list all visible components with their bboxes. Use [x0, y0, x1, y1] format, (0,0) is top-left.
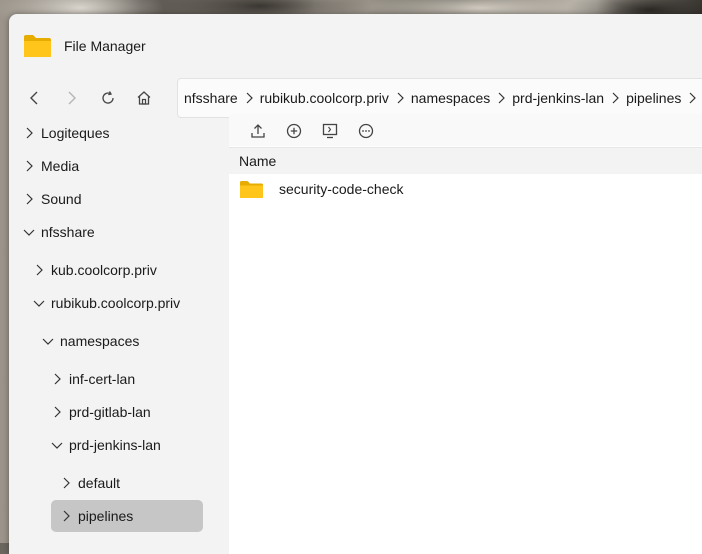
chevron-right-icon[interactable]	[608, 91, 622, 105]
terminal-button[interactable]	[321, 122, 339, 140]
chevron-right-icon[interactable]	[242, 91, 256, 105]
folder-icon	[239, 180, 264, 199]
sidebar-item-label: Media	[41, 158, 80, 174]
sidebar-item-label: rubikub.coolcorp.priv	[51, 295, 181, 311]
sidebar-item-label: nfsshare	[41, 224, 95, 240]
sidebar-item-media[interactable]: Media	[23, 150, 79, 182]
chevron-left-icon	[30, 91, 38, 105]
breadcrumb: nfsshare rubikub.coolcorp.priv namespace…	[177, 78, 702, 118]
chevron-right-icon[interactable]	[685, 91, 699, 105]
refresh-icon	[102, 91, 114, 104]
file-name: security-code-check	[279, 181, 404, 197]
chevron-right-icon[interactable]	[393, 91, 407, 105]
file-toolbar	[229, 114, 702, 146]
sidebar-item-kub-coolcorp-priv[interactable]: kub.coolcorp.priv	[33, 254, 157, 286]
file-manager-window: File Manager nfsshare rubikub.coolcorp.p…	[9, 14, 702, 554]
breadcrumb-item[interactable]: rubikub.coolcorp.priv	[260, 90, 389, 106]
upload-button[interactable]	[249, 122, 267, 140]
folder-app-icon	[23, 34, 52, 58]
sidebar-item-label: Sound	[41, 191, 82, 207]
chevron-right-icon[interactable]	[60, 510, 72, 522]
column-header-name[interactable]: Name	[239, 153, 276, 169]
more-options-icon	[358, 123, 374, 139]
sidebar-item-label: inf-cert-lan	[69, 371, 136, 387]
sidebar-item-nfsshare[interactable]: nfsshare	[23, 216, 95, 248]
chevron-right-icon[interactable]	[51, 373, 63, 385]
sidebar-item-default[interactable]: default	[60, 467, 120, 499]
window-title: File Manager	[64, 38, 146, 54]
sidebar-item-sound[interactable]: Sound	[23, 183, 81, 215]
forward-button[interactable]	[59, 86, 83, 110]
terminal-icon	[322, 123, 338, 139]
breadcrumb-item[interactable]: prd-jenkins-lan	[512, 90, 604, 106]
chevron-right-icon[interactable]	[494, 91, 508, 105]
file-list-pane: Name security-code-check	[229, 114, 702, 554]
title-bar: File Manager	[9, 14, 702, 74]
chevron-down-icon[interactable]	[33, 297, 45, 309]
folder-tree-sidebar: Logiteques Media Sound nfsshare kub.cool…	[9, 114, 229, 554]
sidebar-item-logiteques[interactable]: Logiteques	[23, 117, 110, 149]
chevron-down-icon[interactable]	[51, 439, 63, 451]
chevron-down-icon[interactable]	[42, 335, 54, 347]
sidebar-item-label: namespaces	[60, 333, 140, 349]
breadcrumb-item[interactable]: namespaces	[411, 90, 490, 106]
home-icon	[137, 91, 151, 105]
chevron-right-icon[interactable]	[23, 193, 35, 205]
chevron-right-icon[interactable]	[51, 406, 63, 418]
sidebar-item-namespaces[interactable]: namespaces	[42, 325, 139, 357]
upload-icon	[251, 124, 265, 138]
back-button[interactable]	[23, 86, 47, 110]
breadcrumb-item[interactable]: pipelines	[626, 90, 681, 106]
sidebar-item-label: default	[78, 475, 121, 491]
new-folder-icon	[286, 123, 302, 139]
file-row[interactable]: security-code-check	[229, 174, 702, 204]
chevron-right-icon[interactable]	[23, 160, 35, 172]
sidebar-item-label: pipelines	[78, 508, 134, 524]
sidebar-item-label: kub.coolcorp.priv	[51, 262, 157, 278]
sidebar-item-pipelines[interactable]: pipelines	[51, 500, 203, 532]
refresh-button[interactable]	[96, 86, 120, 110]
chevron-right-icon[interactable]	[23, 127, 35, 139]
more-options-button[interactable]	[357, 122, 375, 140]
breadcrumb-item[interactable]: nfsshare	[184, 90, 238, 106]
sidebar-item-label: prd-jenkins-lan	[69, 437, 161, 453]
sidebar-item-prd-gitlab-lan[interactable]: prd-gitlab-lan	[51, 396, 151, 428]
sidebar-item-inf-cert-lan[interactable]: inf-cert-lan	[51, 363, 135, 395]
chevron-right-icon[interactable]	[33, 264, 45, 276]
home-button[interactable]	[132, 86, 156, 110]
sidebar-item-label: prd-gitlab-lan	[69, 404, 151, 420]
sidebar-item-label: Logiteques	[41, 125, 110, 141]
sidebar-item-prd-jenkins-lan[interactable]: prd-jenkins-lan	[51, 429, 161, 461]
chevron-down-icon[interactable]	[23, 226, 35, 238]
chevron-right-icon	[68, 91, 76, 105]
sidebar-item-rubikub-coolcorp-priv[interactable]: rubikub.coolcorp.priv	[33, 287, 180, 319]
column-header: Name	[229, 147, 702, 174]
new-folder-button[interactable]	[285, 122, 303, 140]
chevron-right-icon[interactable]	[60, 477, 72, 489]
